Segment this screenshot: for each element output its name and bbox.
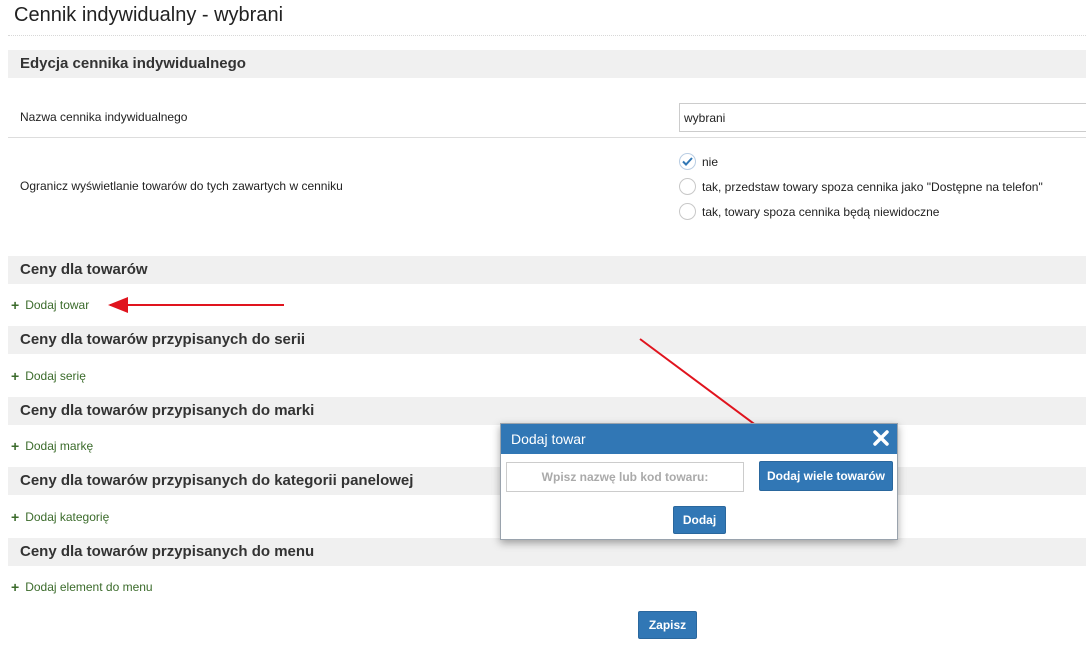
add-product-link[interactable]: + Dodaj towar xyxy=(11,298,89,312)
section-header-products: Ceny dla towarów xyxy=(8,256,1086,284)
dialog-add-button[interactable]: Dodaj xyxy=(673,506,726,534)
close-icon[interactable] xyxy=(871,428,891,448)
radio-label-phone: tak, przedstaw towary spoza cennika jako… xyxy=(702,179,1043,194)
add-category-label: Dodaj kategorię xyxy=(25,510,110,524)
dialog-title: Dodaj towar xyxy=(511,431,586,447)
plus-icon: + xyxy=(11,579,20,595)
radio-unchecked-icon[interactable] xyxy=(679,178,696,195)
radio-label-no: nie xyxy=(702,154,719,169)
add-many-products-button[interactable]: Dodaj wiele towarów xyxy=(759,461,893,491)
add-category-link[interactable]: + Dodaj kategorię xyxy=(11,510,109,524)
radio-option-no[interactable]: nie xyxy=(679,153,718,170)
add-product-dialog: Dodaj towar Dodaj wiele towarów Dodaj xyxy=(500,423,898,540)
dialog-header: Dodaj towar xyxy=(501,424,897,454)
price-list-name-label: Nazwa cennika indywidualnego xyxy=(20,110,188,124)
save-button[interactable]: Zapisz xyxy=(638,611,697,639)
radio-unchecked-icon[interactable] xyxy=(679,203,696,220)
plus-icon: + xyxy=(11,509,20,525)
price-list-name-input[interactable] xyxy=(679,103,1086,132)
radio-option-hidden[interactable]: tak, towary spoza cennika będą niewidocz… xyxy=(679,203,939,220)
add-product-label: Dodaj towar xyxy=(25,298,90,312)
radio-label-hidden: tak, towary spoza cennika będą niewidocz… xyxy=(702,204,940,219)
row-divider xyxy=(8,137,1086,138)
page-title: Cennik indywidualny - wybrani xyxy=(14,4,284,26)
section-header-series: Ceny dla towarów przypisanych do serii xyxy=(8,326,1086,354)
add-menu-element-label: Dodaj element do menu xyxy=(25,580,153,594)
checkmark-icon xyxy=(682,157,693,166)
title-divider xyxy=(8,35,1086,36)
add-series-label: Dodaj serię xyxy=(25,369,86,383)
limit-display-label: Ogranicz wyświetlanie towarów do tych za… xyxy=(20,179,343,193)
section-header-menu: Ceny dla towarów przypisanych do menu xyxy=(8,538,1086,566)
plus-icon: + xyxy=(11,297,20,313)
section-header-edit: Edycja cennika indywidualnego xyxy=(8,50,1086,78)
section-header-brand: Ceny dla towarów przypisanych do marki xyxy=(8,397,1086,425)
add-brand-link[interactable]: + Dodaj markę xyxy=(11,439,93,453)
radio-option-phone[interactable]: tak, przedstaw towary spoza cennika jako… xyxy=(679,178,1043,195)
product-search-input[interactable] xyxy=(506,462,744,492)
add-series-link[interactable]: + Dodaj serię xyxy=(11,369,86,383)
plus-icon: + xyxy=(11,368,20,384)
plus-icon: + xyxy=(11,438,20,454)
radio-checked-icon[interactable] xyxy=(679,153,696,170)
add-menu-element-link[interactable]: + Dodaj element do menu xyxy=(11,580,153,594)
add-brand-label: Dodaj markę xyxy=(25,439,94,453)
